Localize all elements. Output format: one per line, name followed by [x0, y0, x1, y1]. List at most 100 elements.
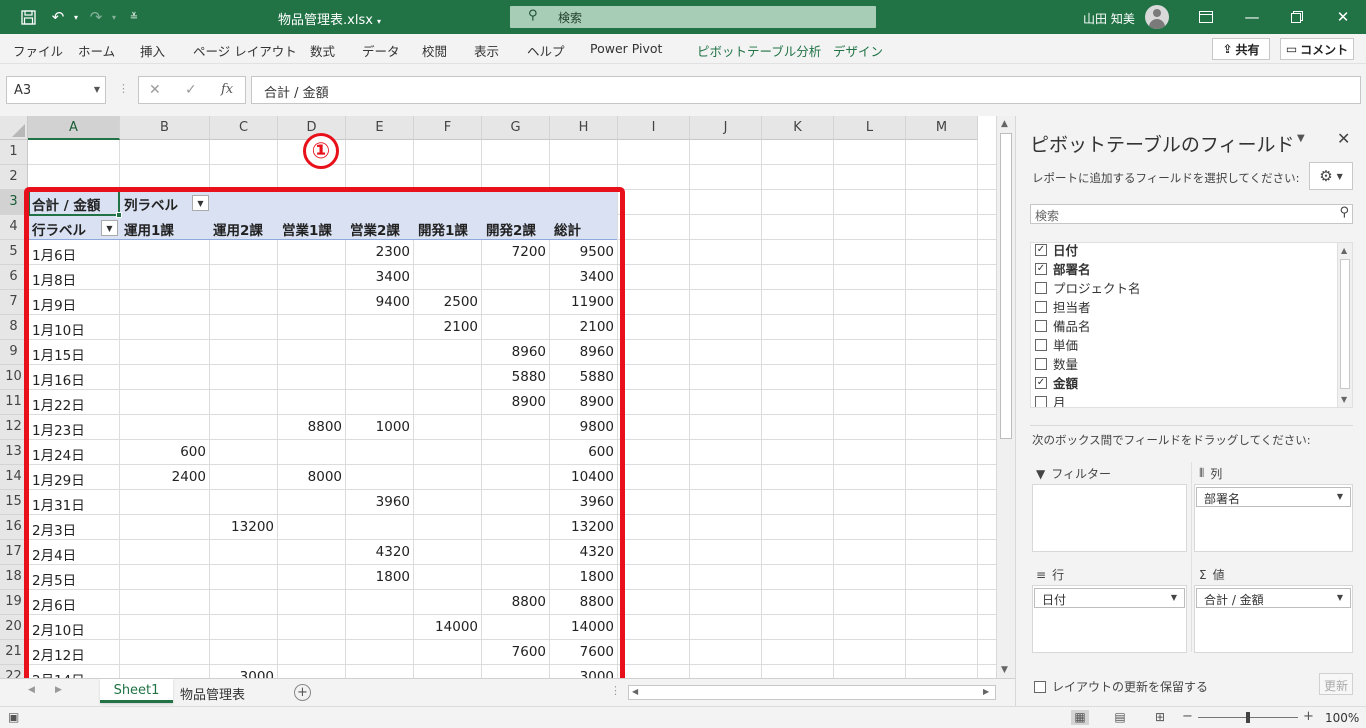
- field-checkbox[interactable]: [1035, 300, 1047, 313]
- prev-sheet-icon[interactable]: ◀: [28, 685, 35, 695]
- field-item[interactable]: 月: [1035, 392, 1066, 407]
- column-header-i[interactable]: I: [618, 116, 690, 140]
- tab-pivottable-analyze[interactable]: ピボットテーブル分析: [697, 41, 821, 60]
- column-header-h[interactable]: H: [550, 116, 618, 140]
- field-list-scrollbar[interactable]: ▲ ▼: [1337, 243, 1352, 407]
- field-checkbox[interactable]: [1035, 281, 1047, 294]
- tab-design[interactable]: デザイン: [833, 41, 883, 60]
- column-header-g[interactable]: G: [482, 116, 550, 140]
- zoom-in-icon[interactable]: +: [1303, 709, 1314, 724]
- undo-icon[interactable]: ↶: [48, 7, 68, 27]
- horizontal-scrollbar[interactable]: ◀ ▶: [628, 685, 996, 700]
- filter-area[interactable]: [1032, 484, 1187, 552]
- field-checkbox[interactable]: ✓: [1035, 376, 1047, 389]
- columns-field-item[interactable]: 部署名 ▼: [1196, 487, 1351, 507]
- field-item[interactable]: ✓ 部署名: [1035, 259, 1091, 278]
- redo-icon[interactable]: ↷: [86, 7, 106, 27]
- customize-toolbar-icon[interactable]: ≚: [124, 7, 144, 27]
- values-field-item[interactable]: 合計 / 金額 ▼: [1196, 588, 1351, 608]
- share-button[interactable]: ⇪ 共有: [1212, 38, 1270, 60]
- next-sheet-icon[interactable]: ▶: [55, 685, 62, 695]
- scroll-down-icon[interactable]: ▼: [1001, 665, 1008, 675]
- field-item[interactable]: 単価: [1035, 335, 1078, 354]
- worksheet-grid[interactable]: ABCDEFGHIJKLM 1 2 3 4 5 6 7 8 9 10 11 12 13 14 15 16 17 1…: [0, 116, 996, 678]
- checkbox[interactable]: [1034, 680, 1046, 693]
- close-icon[interactable]: ✕: [1333, 7, 1353, 27]
- vertical-scrollbar[interactable]: ▲ ▼: [996, 116, 1015, 678]
- scroll-up-icon[interactable]: ▲: [1341, 246, 1347, 255]
- save-icon[interactable]: [18, 7, 38, 27]
- scroll-down-icon[interactable]: ▼: [1341, 395, 1347, 404]
- formula-input[interactable]: 合計 / 金額: [251, 76, 1361, 104]
- document-title[interactable]: 物品管理表.xlsx ▾: [278, 9, 381, 28]
- panel-tools-button[interactable]: ⚙ ▼: [1309, 162, 1353, 190]
- field-item[interactable]: 数量: [1035, 354, 1078, 373]
- column-header-b[interactable]: B: [120, 116, 210, 140]
- row-header-2[interactable]: 2: [0, 165, 28, 190]
- tab-home[interactable]: ホーム: [78, 41, 115, 60]
- field-checkbox[interactable]: [1035, 338, 1047, 351]
- enter-icon[interactable]: ✓: [185, 82, 197, 98]
- tab-formulas[interactable]: 数式: [310, 41, 335, 60]
- minimize-icon[interactable]: —: [1242, 7, 1262, 27]
- column-header-c[interactable]: C: [210, 116, 278, 140]
- tab-help[interactable]: ヘルプ: [527, 41, 565, 60]
- field-checkbox[interactable]: [1035, 319, 1047, 332]
- sheet-tab-inventory[interactable]: 物品管理表: [180, 684, 245, 703]
- zoom-slider-thumb[interactable]: [1246, 712, 1250, 723]
- column-header-m[interactable]: M: [906, 116, 978, 140]
- avatar[interactable]: [1145, 5, 1169, 29]
- insert-function-icon[interactable]: fx: [221, 82, 233, 97]
- page-layout-view-icon[interactable]: ▤: [1111, 710, 1129, 725]
- field-checkbox[interactable]: ✓: [1035, 243, 1047, 256]
- undo-dropdown-icon[interactable]: ▾: [66, 7, 86, 27]
- field-item[interactable]: 備品名: [1035, 316, 1091, 335]
- defer-layout-checkbox[interactable]: レイアウトの更新を保留する: [1034, 678, 1208, 695]
- zoom-out-icon[interactable]: −: [1182, 709, 1193, 724]
- normal-view-icon[interactable]: ▦: [1071, 710, 1089, 725]
- select-all-corner[interactable]: [0, 116, 28, 140]
- cancel-icon[interactable]: ✕: [149, 82, 161, 98]
- scroll-up-icon[interactable]: ▲: [1001, 119, 1008, 129]
- column-header-e[interactable]: E: [346, 116, 414, 140]
- add-sheet-button[interactable]: +: [294, 684, 311, 701]
- redo-dropdown-icon[interactable]: ▾: [104, 7, 124, 27]
- restore-icon[interactable]: [1287, 7, 1307, 27]
- update-button[interactable]: 更新: [1319, 673, 1353, 695]
- column-header-k[interactable]: K: [762, 116, 834, 140]
- column-header-a[interactable]: A: [28, 116, 120, 140]
- scroll-thumb[interactable]: [1340, 259, 1350, 389]
- column-header-l[interactable]: L: [834, 116, 906, 140]
- comment-button[interactable]: ▭ コメント: [1280, 38, 1354, 60]
- panel-close-icon[interactable]: ✕: [1337, 129, 1350, 148]
- macro-record-icon[interactable]: ▣: [8, 710, 19, 724]
- tab-insert[interactable]: 挿入: [140, 41, 165, 60]
- rows-field-item[interactable]: 日付 ▼: [1034, 588, 1185, 608]
- sheet-tab-sheet1[interactable]: Sheet1: [100, 679, 173, 703]
- tab-file[interactable]: ファイル: [13, 41, 63, 60]
- zoom-percentage[interactable]: 100%: [1325, 711, 1359, 725]
- tab-data[interactable]: データ: [362, 41, 400, 60]
- field-item[interactable]: ✓ 金額: [1035, 373, 1078, 392]
- tab-review[interactable]: 校閲: [422, 41, 447, 60]
- tab-page-layout[interactable]: ページ レイアウト: [193, 41, 297, 60]
- column-header-f[interactable]: F: [414, 116, 482, 140]
- field-search-input[interactable]: 検索 ⚲: [1030, 204, 1353, 224]
- scroll-right-icon[interactable]: ▶: [983, 687, 989, 696]
- name-box[interactable]: A3 ▼: [6, 76, 106, 104]
- field-checkbox[interactable]: [1035, 357, 1047, 370]
- tab-split-grip-icon[interactable]: ⋮: [610, 684, 621, 697]
- page-break-view-icon[interactable]: ⊞: [1151, 710, 1169, 725]
- scroll-left-icon[interactable]: ◀: [632, 687, 638, 696]
- field-checkbox[interactable]: [1035, 395, 1047, 407]
- ribbon-display-icon[interactable]: [1196, 7, 1216, 27]
- scroll-thumb[interactable]: [1000, 133, 1012, 439]
- search-box[interactable]: ⚲ 検索: [510, 6, 876, 28]
- tab-view[interactable]: 表示: [474, 41, 499, 60]
- field-item[interactable]: プロジェクト名: [1035, 278, 1141, 297]
- field-item[interactable]: 担当者: [1035, 297, 1091, 316]
- row-header-1[interactable]: 1: [0, 140, 28, 165]
- user-name[interactable]: 山田 知美: [1083, 10, 1135, 27]
- panel-options-icon[interactable]: ▼: [1297, 133, 1305, 144]
- tab-power-pivot[interactable]: Power Pivot: [590, 41, 662, 56]
